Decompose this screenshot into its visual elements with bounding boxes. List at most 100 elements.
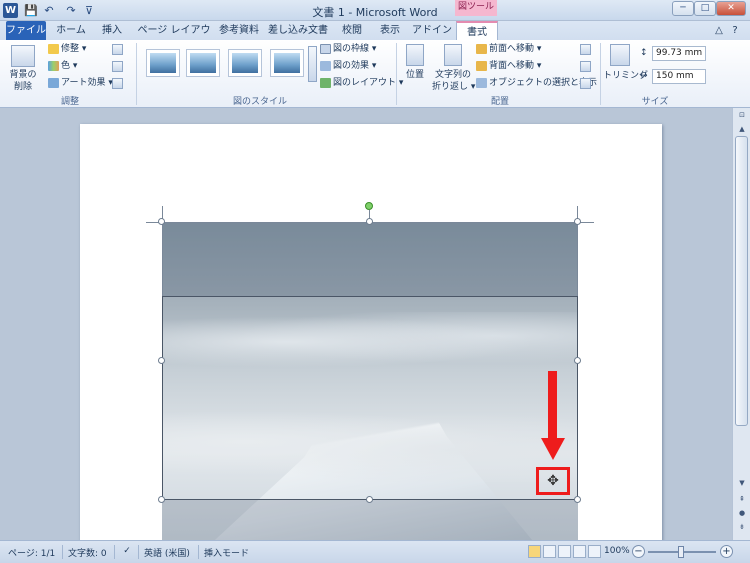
bring-forward-button[interactable]: 前面へ移動 ▾ [476,43,541,55]
layout-icon [320,77,331,88]
resize-handle[interactable] [366,218,373,225]
style-thumbnail[interactable] [270,49,304,77]
position-button[interactable]: 位置 [402,69,428,81]
page-count[interactable]: ページ: 1/1 [8,546,55,559]
minimize-button[interactable]: ─ [672,1,694,16]
width-input[interactable]: 150 mm [652,69,706,84]
full-screen-reading-view-button[interactable] [543,545,556,558]
group-label-adjust: 調整 [60,97,79,107]
position-icon [406,44,424,66]
compress-pictures-icon[interactable] [112,44,123,55]
remove-background-label-line1: 背景の [9,70,37,80]
scroll-down-button[interactable]: ▼ [736,478,748,489]
group-separator [136,43,137,105]
change-picture-icon[interactable] [112,61,123,72]
picture-tools-context-label: 図ツール [455,0,497,16]
red-arrow-head [541,438,565,460]
align-icon[interactable] [580,44,591,55]
resize-handle[interactable] [574,357,581,364]
scroll-thumb[interactable] [735,136,748,426]
zoom-slider-thumb[interactable] [678,546,684,558]
tab-page-layout[interactable]: ページ レイアウト [134,21,214,55]
picture-effects-label: 図の効果 ▾ [333,61,377,71]
scroll-up-button[interactable]: ▲ [736,124,748,135]
tab-review[interactable]: 校閲 [336,21,368,40]
print-layout-view-button[interactable] [528,545,541,558]
close-button[interactable]: ✕ [716,1,746,16]
resize-handle[interactable] [158,218,165,225]
wrap-text-label-line1: 文字列の [434,70,471,80]
style-thumbnail[interactable] [228,49,262,77]
tab-references[interactable]: 参考資料 [218,21,260,40]
sun-icon [48,43,59,54]
remove-background-button[interactable]: 背景の 削除 [4,69,42,93]
resize-handle[interactable] [574,496,581,503]
crop-icon [610,44,630,66]
resize-handle[interactable] [574,218,581,225]
styles-gallery-scroll[interactable] [308,46,317,82]
art-effects-label: アート効果 ▾ [61,78,113,88]
previous-page-button[interactable]: ⇞ [736,494,748,505]
picture-effects-button[interactable]: 図の効果 ▾ [320,60,376,72]
outline-view-button[interactable] [573,545,586,558]
wrap-text-icon [444,44,462,66]
rotate-icon[interactable] [580,78,591,89]
style-thumbnail[interactable] [186,49,220,77]
browse-object-button[interactable]: ● [736,508,748,519]
zoom-level[interactable]: 100% [604,546,630,556]
send-backward-icon [476,60,487,71]
word-count[interactable]: 文字数: 0 [68,546,107,559]
status-separator [62,545,63,559]
remove-background-icon [11,45,35,67]
move-cursor-icon: ✥ [547,473,559,489]
web-layout-view-button[interactable] [558,545,571,558]
picture-border-button[interactable]: 図の枠線 ▾ [320,43,376,55]
tab-format[interactable]: 書式 [456,21,498,40]
next-page-button[interactable]: ⇟ [736,522,748,533]
wrap-text-button[interactable]: 文字列の 折り返し ▾ [432,69,475,93]
ribbon-tabs: ファイル ホーム 挿入 ページ レイアウト 参考資料 差し込み文書 校閲 表示 … [0,21,750,55]
tab-mailings[interactable]: 差し込み文書 [266,21,330,40]
crop-button[interactable]: トリミング [603,70,648,82]
height-input[interactable]: 99.73 mm [652,46,706,61]
send-backward-label: 背面へ移動 ▾ [489,61,542,71]
minimize-ribbon-icon[interactable]: △ [712,21,726,40]
resize-handle[interactable] [158,496,165,503]
style-thumbnail[interactable] [146,49,180,77]
selection-pane-button[interactable]: オブジェクトの選択と表示 [476,77,597,89]
help-icon[interactable]: ? [728,21,742,40]
status-bar: ページ: 1/1 文字数: 0 ✓ 英語 (米国) 挿入モード 100% − + [0,540,750,563]
maximize-button[interactable]: □ [694,1,716,16]
corrections-label: 修整 ▾ [61,44,87,54]
resize-handle[interactable] [366,496,373,503]
corrections-button[interactable]: 修整 ▾ [48,43,86,55]
proofing-icon[interactable]: ✓ [120,546,134,556]
reset-picture-icon[interactable] [112,78,123,89]
tab-insert[interactable]: 挿入 [96,21,128,40]
group-icon[interactable] [580,61,591,72]
tab-view[interactable]: 表示 [374,21,406,40]
status-separator [114,545,115,559]
language-indicator[interactable]: 英語 (米国) [144,546,190,559]
picture-layout-button[interactable]: 図のレイアウト ▾ [320,77,403,89]
insert-mode-indicator[interactable]: 挿入モード [204,546,249,559]
resize-handle[interactable] [158,357,165,364]
art-effects-button[interactable]: アート効果 ▾ [48,77,113,89]
rotate-handle[interactable] [365,202,373,210]
tab-file[interactable]: ファイル [6,21,46,40]
zoom-in-button[interactable]: + [720,545,733,558]
tab-addins[interactable]: アドイン [412,21,452,40]
zoom-out-button[interactable]: − [632,545,645,558]
send-backward-button[interactable]: 背面へ移動 ▾ [476,60,541,72]
effects-icon [320,60,331,71]
vertical-scrollbar[interactable]: ⊡ ▲ ▼ ⇞ ● ⇟ [732,108,750,540]
bring-forward-icon [476,43,487,54]
title-bar: W 💾 ↶ ↷ ⊽ 文書 1 - Microsoft Word 図ツール ─ □… [0,0,750,21]
status-separator [198,545,199,559]
crop-region-frame[interactable] [162,296,578,500]
tab-home[interactable]: ホーム [52,21,90,40]
bring-forward-label: 前面へ移動 ▾ [489,44,542,54]
draft-view-button[interactable] [588,545,601,558]
color-button[interactable]: 色 ▾ [48,60,77,72]
ruler-toggle-icon[interactable]: ⊡ [736,110,748,121]
